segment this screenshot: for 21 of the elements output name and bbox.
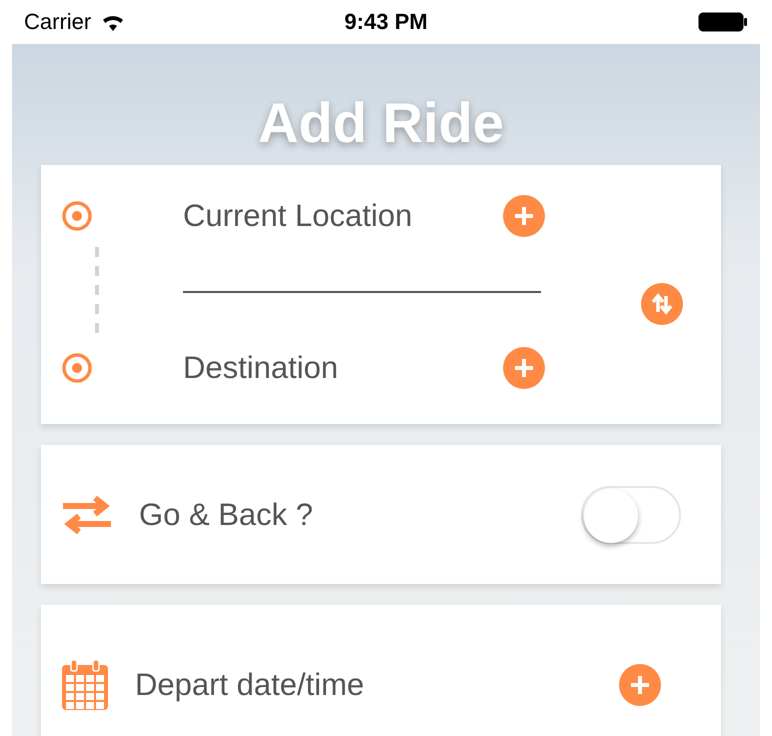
round-trip-label: Go & Back ? xyxy=(139,496,314,532)
add-button[interactable] xyxy=(503,195,545,237)
departure-field[interactable]: Depart date/time xyxy=(135,667,619,703)
swap-arrows-icon xyxy=(651,292,673,316)
plus-icon xyxy=(513,357,535,379)
plus-icon xyxy=(629,674,651,696)
battery-icon xyxy=(698,12,748,32)
location-field[interactable]: Current Location xyxy=(183,198,503,234)
carrier-label: Carrier xyxy=(24,9,92,35)
status-time: 9:43 PM xyxy=(344,9,428,35)
location-field[interactable]: Destination xyxy=(183,350,503,386)
location-pin-icon xyxy=(61,200,93,232)
add-button[interactable] xyxy=(619,664,661,706)
location-pin-icon xyxy=(61,352,93,384)
round-trip-toggle[interactable] xyxy=(581,486,681,544)
swap-button[interactable] xyxy=(641,282,683,324)
calendar-icon xyxy=(61,659,109,711)
swap-arrows-icon xyxy=(61,496,113,534)
plus-icon xyxy=(513,205,535,227)
add-button[interactable] xyxy=(503,347,545,389)
wifi-icon xyxy=(101,13,126,31)
